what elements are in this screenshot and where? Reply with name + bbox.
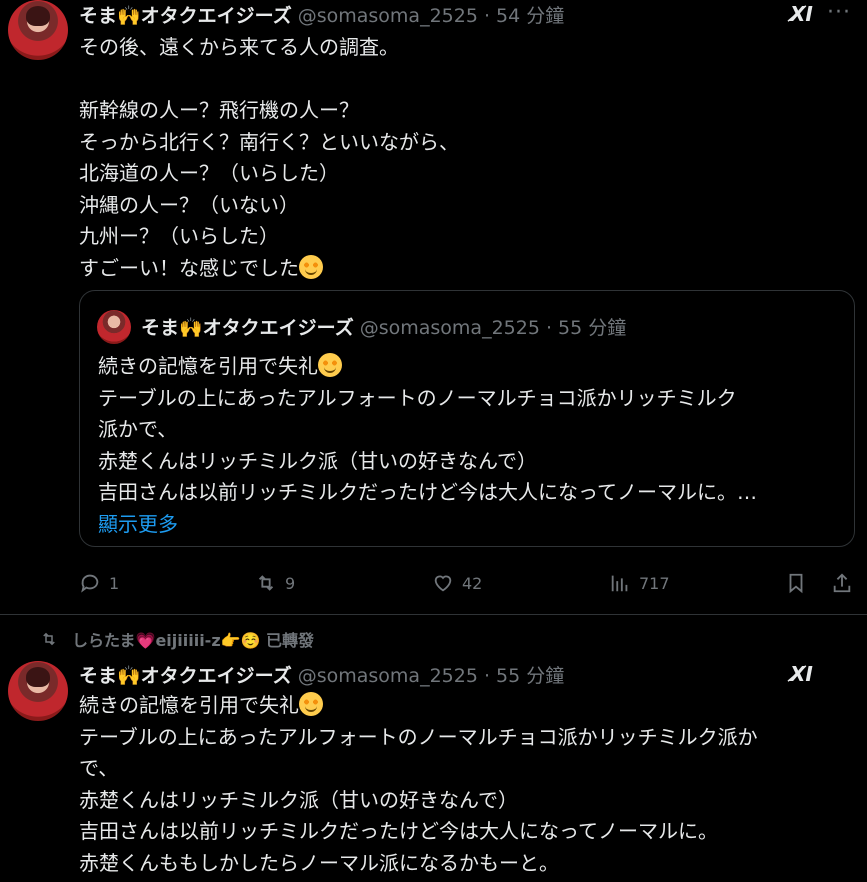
retweet-banner[interactable]: しらたま💗eijiiiii-z👉☺️ 已轉發 xyxy=(40,627,314,651)
quoted-handle-and-time: @somasoma_2525 · 55 分鐘 xyxy=(359,316,627,339)
share-button[interactable] xyxy=(831,568,853,598)
tweet-header: そま🙌オタクエイジーズ @somasoma_2525 · 55 分鐘 xyxy=(79,660,564,688)
quoted-header: そま🙌オタクエイジーズ @somasoma_2525 · 55 分鐘 xyxy=(141,311,626,341)
avatar[interactable] xyxy=(8,0,68,60)
quoted-avatar xyxy=(97,310,131,344)
retweet-button[interactable]: 9 xyxy=(255,568,295,598)
like-count: 42 xyxy=(462,573,483,593)
handle-and-time[interactable]: @somasoma_2525 · 55 分鐘 xyxy=(298,661,565,688)
smiling-face-emoji xyxy=(299,254,323,279)
more-icon[interactable]: ··· xyxy=(827,0,851,25)
reply-button[interactable]: 1 xyxy=(79,568,119,598)
quoted-display-name: そま🙌オタクエイジーズ xyxy=(141,316,354,339)
tweet-header: そま🙌オタクエイジーズ @somasoma_2525 · 54 分鐘 xyxy=(79,0,564,28)
share-icon xyxy=(833,573,851,593)
reply-count: 1 xyxy=(109,573,120,593)
action-bar: 1 9 42 717 xyxy=(79,568,855,598)
quoted-text: 続きの記憶を引用で失礼 テーブルの上にあったアルフォートのノーマルチョコ派かリッ… xyxy=(98,353,757,536)
divider xyxy=(0,614,867,615)
smiling-face-emoji xyxy=(299,692,323,716)
views-button[interactable]: 717 xyxy=(609,568,670,598)
avatar[interactable] xyxy=(8,661,68,721)
show-more-link[interactable]: 顯示更多 xyxy=(98,512,178,536)
tweet-text: 続きの記憶を引用で失礼 テーブルの上にあったアルフォートのノーマルチョコ派かリッ… xyxy=(79,692,758,875)
heart-icon xyxy=(434,575,452,592)
bookmark-icon xyxy=(789,573,803,594)
handle-and-time[interactable]: @somasoma_2525 · 54 分鐘 xyxy=(298,1,565,28)
tweet-text: その後、遠くから来てる人の調査。 新幹線の人ー？飛行機の人ー？ そっから北行く？… xyxy=(79,35,459,280)
bookmark-button[interactable] xyxy=(785,568,807,598)
display-name[interactable]: そま🙌オタクエイジーズ xyxy=(79,1,292,28)
display-name[interactable]: そま🙌オタクエイジーズ xyxy=(79,661,292,688)
like-button[interactable]: 42 xyxy=(432,568,482,598)
reply-icon xyxy=(81,574,99,593)
retweet-icon xyxy=(258,575,274,591)
views-icon xyxy=(611,575,628,592)
view-count: 717 xyxy=(639,573,670,593)
retweet-count: 9 xyxy=(285,573,296,593)
grok-icon[interactable]: X̸I xyxy=(790,662,816,686)
grok-icon[interactable]: X̸I xyxy=(790,2,816,26)
retweeted-by-text[interactable]: しらたま💗eijiiiii-z👉☺️ 已轉發 xyxy=(72,627,314,651)
smiling-face-emoji xyxy=(318,353,342,377)
quoted-tweet[interactable]: そま🙌オタクエイジーズ @somasoma_2525 · 55 分鐘 続きの記憶… xyxy=(79,290,855,547)
retweet-icon xyxy=(43,632,55,646)
